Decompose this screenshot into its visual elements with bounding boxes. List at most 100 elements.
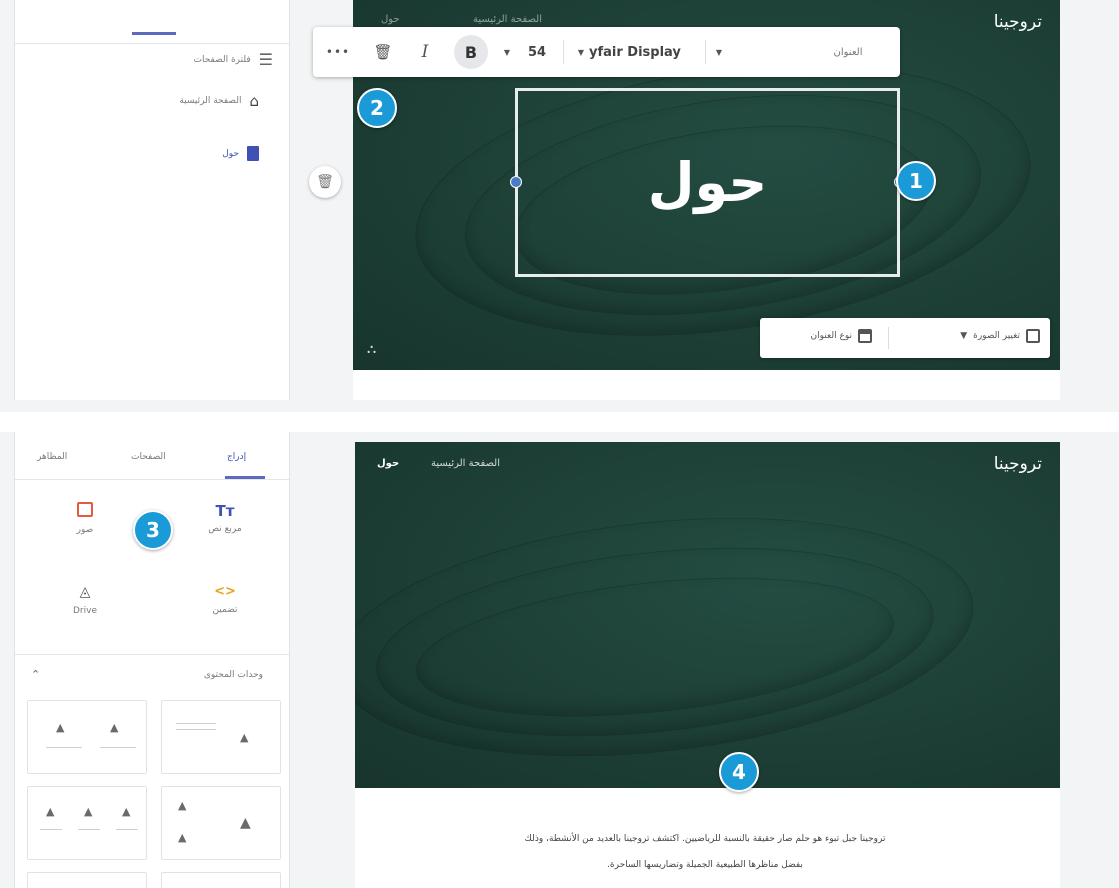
hero-banner: تروجينا الصفحة الرئيسية حول — [355, 442, 1060, 788]
chevron-down-icon: ▼ — [960, 331, 968, 341]
more-options-button[interactable]: ••• — [325, 27, 351, 77]
filter-pages-label: فلترة الصفحات — [193, 54, 251, 65]
layout-line — [46, 747, 82, 748]
collapse-layouts-icon[interactable]: ⌃ — [31, 668, 40, 681]
image-placeholder-icon: ▲ — [46, 805, 55, 818]
layout-thumbnail[interactable]: ▲ — [161, 700, 281, 774]
layout-thumbnail[interactable] — [27, 872, 147, 888]
tab-insert[interactable]: إدراج — [227, 452, 246, 462]
nav-item-home[interactable]: الصفحة الرئيسية — [431, 458, 500, 469]
page-icon — [247, 146, 259, 161]
chevron-down-icon[interactable]: ▼ — [711, 27, 727, 77]
images-label: صور — [76, 525, 94, 535]
site-title[interactable]: تروجينا — [994, 12, 1042, 32]
home-icon: ⌂ — [249, 92, 259, 110]
layout-line — [40, 829, 62, 830]
image-placeholder-icon: ▲ — [240, 815, 251, 831]
header-controls-bar: تغيير الصورة ▼ نوع العنوان — [760, 318, 1050, 358]
insert-images-button[interactable]: صور — [45, 502, 125, 535]
image-placeholder-icon: ▲ — [178, 799, 187, 812]
bold-button[interactable]: B — [454, 35, 488, 69]
layout-thumbnail[interactable]: ▲ ▲ ▲ — [161, 786, 281, 860]
image-placeholder-icon: ▲ — [84, 805, 93, 818]
top-screenshot: ☰ فلترة الصفحات ⌂ الصفحة الرئيسية حول 🗑 … — [0, 0, 1119, 412]
bottom-screenshot: إدراج الصفحات المظاهر Tт مربع نص صور <> … — [0, 432, 1119, 888]
drive-icon: ◬ — [79, 584, 91, 600]
nav-item-about[interactable]: حول — [377, 458, 399, 469]
header-type-icon — [858, 329, 872, 343]
text-box-icon: Tт — [215, 502, 235, 520]
font-family-select[interactable]: yfair Display — [589, 27, 699, 77]
callout-badge-3: 3 — [133, 510, 173, 550]
insert-text-box-button[interactable]: Tт مربع نص — [185, 502, 265, 534]
site-canvas: تروجينا الصفحة الرئيسية حول تروجينا جبل … — [355, 442, 1060, 888]
change-image-label: تغيير الصورة — [973, 331, 1020, 341]
sidebar-tabs-bar — [15, 0, 289, 44]
image-placeholder-icon: ▲ — [178, 831, 187, 844]
body-text-block[interactable]: تروجينا جبل تبوء هو حلم صار حقيقة بالنسب… — [395, 826, 1015, 878]
sidebar-item-about[interactable]: حول — [222, 146, 259, 161]
trash-icon: 🗑 — [316, 174, 334, 190]
pages-sidebar: ☰ فلترة الصفحات ⌂ الصفحة الرئيسية حول — [14, 0, 290, 400]
active-tab-indicator — [225, 476, 265, 479]
divider — [705, 40, 706, 64]
resize-handle-left[interactable] — [510, 176, 522, 188]
embed-label: تضمين — [212, 605, 238, 615]
site-title[interactable]: تروجينا — [994, 454, 1042, 474]
text-style-select[interactable]: العنوان — [813, 27, 883, 77]
theme-shapes-icon[interactable]: ⛬ — [367, 342, 376, 357]
callout-badge-4: 4 — [719, 752, 759, 792]
layout-line — [78, 829, 100, 830]
image-icon — [77, 502, 93, 517]
layout-line — [176, 729, 216, 730]
heading-text-box[interactable]: حول — [515, 88, 900, 277]
tab-pages[interactable]: الصفحات — [131, 452, 166, 462]
text-format-toolbar: ••• 🗑 I B ▼ 54 ▼ yfair Display ▼ العنوان — [313, 27, 900, 77]
nav-item-home-faded[interactable]: الصفحة الرئيسية — [473, 14, 542, 25]
chevron-down-icon[interactable]: ▼ — [499, 27, 515, 77]
image-placeholder-icon: ▲ — [122, 805, 131, 818]
divider — [563, 40, 564, 64]
delete-text-button[interactable]: 🗑 — [367, 27, 399, 77]
body-text-line-1: تروجينا جبل تبوء هو حلم صار حقيقة بالنسب… — [524, 834, 886, 844]
divider — [15, 654, 289, 655]
sidebar-item-home[interactable]: ⌂ الصفحة الرئيسية — [179, 92, 259, 110]
drive-label: Drive — [73, 606, 97, 616]
divider — [888, 327, 889, 349]
tab-themes[interactable]: المظاهر — [37, 452, 67, 462]
header-type-button[interactable]: نوع العنوان — [811, 329, 872, 343]
screenshot-gap — [0, 412, 1119, 432]
sidebar-item-home-label: الصفحة الرئيسية — [179, 96, 242, 106]
sidebar-tabs: إدراج الصفحات المظاهر — [15, 432, 289, 480]
font-size-value[interactable]: 54 — [523, 27, 551, 77]
layout-line — [100, 747, 136, 748]
nav-item-about-faded[interactable]: حول — [381, 14, 400, 25]
layout-line — [116, 829, 138, 830]
italic-button[interactable]: I — [413, 27, 437, 77]
callout-badge-1: 1 — [896, 161, 936, 201]
heading-text[interactable]: حول — [518, 91, 897, 274]
insert-drive-button[interactable]: ◬ Drive — [45, 584, 125, 616]
header-type-label: نوع العنوان — [810, 331, 852, 341]
layout-thumbnail[interactable]: ▲ ▲ — [27, 700, 147, 774]
image-icon — [1026, 329, 1040, 343]
body-text-line-2: بفضل مناظرها الطبيعية الجميلة وتضاريسها … — [607, 860, 803, 870]
image-placeholder-icon: ▲ — [110, 721, 119, 734]
text-box-label: مربع نص — [208, 524, 242, 534]
trash-icon: 🗑 — [373, 43, 393, 61]
callout-badge-2: 2 — [357, 88, 397, 128]
sidebar-item-about-label: حول — [222, 148, 239, 159]
delete-section-button[interactable]: 🗑 — [309, 166, 341, 198]
filter-icon: ☰ — [258, 50, 273, 69]
layout-line — [176, 723, 216, 724]
active-tab-indicator — [132, 32, 176, 35]
embed-icon: <> — [214, 584, 236, 599]
layout-thumbnail[interactable]: ▲ ▲ ▲ — [27, 786, 147, 860]
chevron-down-icon[interactable]: ▼ — [573, 27, 589, 77]
layout-thumbnail[interactable] — [161, 872, 281, 888]
image-placeholder-icon: ▲ — [240, 731, 249, 744]
content-blocks-label: وحدات المحتوى — [203, 670, 263, 680]
change-image-button[interactable]: تغيير الصورة ▼ — [960, 329, 1040, 343]
filter-pages-row[interactable]: ☰ فلترة الصفحات — [193, 50, 273, 69]
insert-embed-button[interactable]: <> تضمين — [185, 584, 265, 615]
